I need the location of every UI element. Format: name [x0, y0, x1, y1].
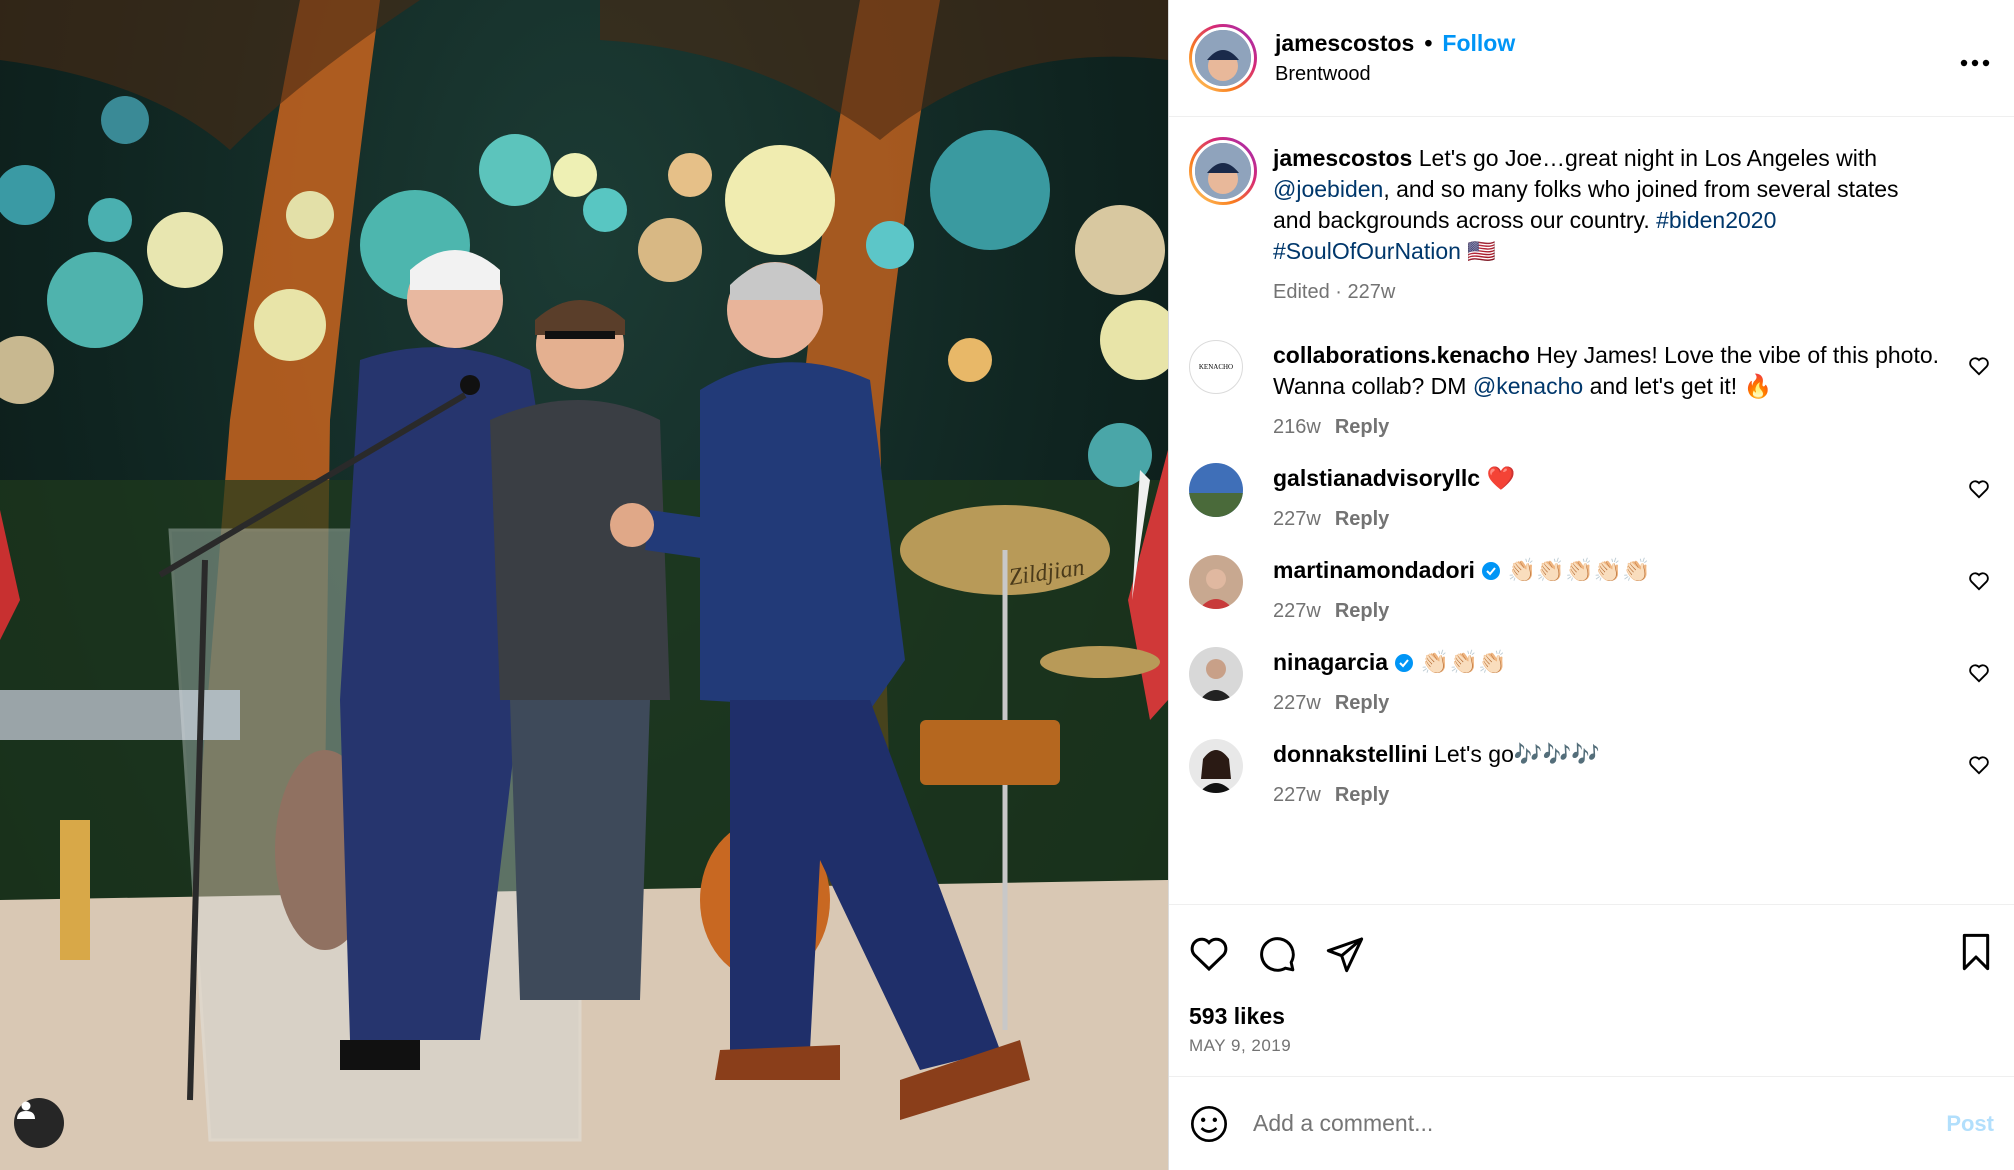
avatar-image [1189, 555, 1243, 609]
commenter-avatar[interactable] [1189, 739, 1243, 793]
post-side-panel: jamescostos • Follow Brentwood jamescost… [1168, 0, 2014, 1170]
comment-text: Let's go🎶🎶🎶 [1434, 741, 1600, 767]
reply-button[interactable]: Reply [1335, 784, 1389, 806]
comment-username[interactable]: collaborations.kenacho [1273, 342, 1530, 368]
likes-count[interactable]: 593 likes [1169, 1003, 2014, 1030]
add-comment-bar: Post [1169, 1076, 2014, 1170]
comment-time[interactable]: 227w [1273, 508, 1321, 530]
more-horizontal-icon [1960, 59, 1990, 67]
paper-plane-icon [1326, 937, 1364, 973]
emoji-icon[interactable] [1189, 1104, 1229, 1144]
more-options-icon[interactable] [1960, 41, 1990, 75]
avatar-image [1189, 739, 1243, 793]
like-comment-icon[interactable] [1968, 755, 1990, 780]
author-username[interactable]: jamescostos [1275, 30, 1414, 57]
kenacho-logo-text: KENACHO [1198, 363, 1234, 371]
heart-icon [1190, 937, 1228, 972]
caption-author-avatar[interactable] [1189, 137, 1257, 205]
caption-text-1: Let's go Joe…great night in Los Angeles … [1418, 145, 1878, 171]
comment-text-2: and let's get it! 🔥 [1589, 373, 1773, 399]
comment-username[interactable]: ninagarcia [1273, 649, 1388, 675]
comment-item: donnakstellini Let's go🎶🎶🎶 227w Reply [1189, 739, 1990, 811]
follow-button[interactable]: Follow [1442, 30, 1515, 57]
separator-dot: • [1424, 30, 1433, 56]
caption-meta: Edited · 227w [1273, 281, 1396, 303]
comments-list[interactable]: jamescostos Let's go Joe…great night in … [1169, 117, 2014, 905]
comment-text: 👏🏻👏🏻👏🏻👏🏻👏🏻 [1507, 557, 1651, 583]
commenter-avatar[interactable]: KENACHO [1189, 340, 1243, 394]
bookmark-icon [1962, 933, 1990, 970]
post-comment-button[interactable]: Post [1946, 1111, 1994, 1137]
reply-button[interactable]: Reply [1335, 600, 1389, 622]
like-comment-icon[interactable] [1968, 356, 1990, 381]
commenter-avatar[interactable] [1189, 555, 1243, 609]
like-comment-icon[interactable] [1968, 663, 1990, 688]
reply-button[interactable]: Reply [1335, 416, 1389, 438]
verified-badge-icon [1395, 654, 1414, 672]
comment-item: ninagarcia 👏🏻👏🏻👏🏻 227w Reply [1189, 647, 1990, 719]
like-comment-icon[interactable] [1968, 571, 1990, 596]
comment-item: galstianadvisoryllc ❤️ 227w Reply [1189, 463, 1990, 535]
comment-item: martinamondadori 👏🏻👏🏻👏🏻👏🏻👏🏻 227w Reply [1189, 555, 1990, 627]
photo-scene: Zildjian [0, 0, 1168, 1170]
comment-button[interactable] [1257, 934, 1297, 974]
share-button[interactable] [1325, 934, 1365, 974]
comment-text: ❤️ [1486, 465, 1516, 491]
caption-hashtag-2[interactable]: #SoulOfOurNation [1273, 238, 1461, 264]
post-location[interactable]: Brentwood [1275, 63, 1960, 86]
author-avatar-image [1195, 30, 1251, 86]
caption-mention[interactable]: @joebiden [1273, 176, 1383, 202]
reply-button[interactable]: Reply [1335, 692, 1389, 714]
comment-time[interactable]: 227w [1273, 784, 1321, 806]
comment-time[interactable]: 216w [1273, 416, 1321, 438]
verified-badge-icon [1482, 562, 1501, 580]
post-header: jamescostos • Follow Brentwood [1169, 0, 2014, 117]
like-button[interactable] [1189, 935, 1229, 973]
comment-item: KENACHO collaborations.kenacho Hey James… [1189, 340, 1990, 443]
caption-hashtag-1[interactable]: #biden2020 [1656, 207, 1776, 233]
caption-flag: 🇺🇸 [1467, 238, 1496, 264]
tagged-users-button[interactable] [14, 1098, 64, 1148]
comment-username[interactable]: donnakstellini [1273, 741, 1428, 767]
post-date[interactable]: MAY 9, 2019 [1169, 1030, 2014, 1076]
save-button[interactable] [1958, 932, 1994, 977]
comment-username[interactable]: martinamondadori [1273, 557, 1475, 583]
commenter-avatar[interactable] [1189, 647, 1243, 701]
comment-input[interactable] [1251, 1109, 1947, 1138]
caption-avatar-image [1195, 143, 1251, 199]
avatar-image [1189, 647, 1243, 701]
commenter-avatar[interactable] [1189, 463, 1243, 517]
comment-text: 👏🏻👏🏻👏🏻 [1420, 649, 1507, 675]
like-comment-icon[interactable] [1968, 479, 1990, 504]
author-avatar[interactable] [1189, 24, 1257, 92]
post-view: Zildjian jamescostos • Follow Brentwood … [0, 0, 2014, 1170]
caption-username[interactable]: jamescostos [1273, 145, 1412, 171]
comment-bubble-icon [1260, 937, 1295, 972]
post-photo[interactable]: Zildjian [0, 0, 1168, 1170]
caption-item: jamescostos Let's go Joe…great night in … [1189, 137, 1990, 308]
post-actions [1169, 905, 2014, 1003]
user-icon [17, 1101, 35, 1119]
reply-button[interactable]: Reply [1335, 508, 1389, 530]
comment-username[interactable]: galstianadvisoryllc [1273, 465, 1480, 491]
comment-time[interactable]: 227w [1273, 600, 1321, 622]
comment-time[interactable]: 227w [1273, 692, 1321, 714]
comment-mention[interactable]: @kenacho [1473, 373, 1583, 399]
avatar-image [1189, 463, 1243, 517]
